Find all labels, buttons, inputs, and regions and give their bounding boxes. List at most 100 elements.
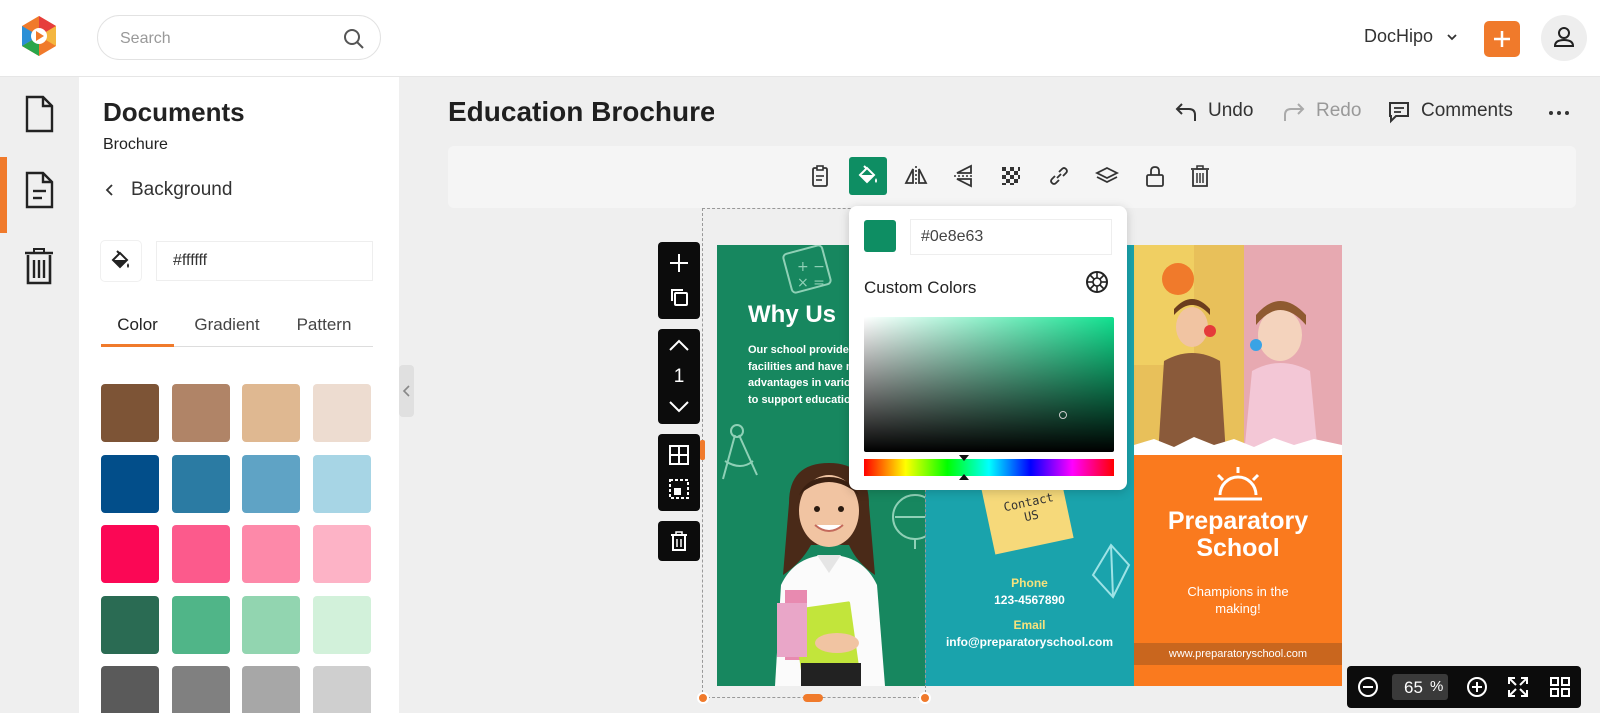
- saturation-value-area[interactable]: [864, 317, 1114, 452]
- fill-color-button[interactable]: [101, 241, 141, 281]
- account-switcher[interactable]: DocHipo: [1364, 26, 1433, 47]
- color-swatch[interactable]: [171, 454, 230, 513]
- paste-button[interactable]: [801, 157, 839, 195]
- color-cursor[interactable]: [1059, 411, 1067, 419]
- link-icon: [1050, 167, 1068, 185]
- element-toolbar: [448, 146, 1576, 208]
- tagline[interactable]: Champions in the making!: [1164, 583, 1312, 617]
- color-swatch[interactable]: [312, 384, 371, 442]
- rail-item-documents[interactable]: [0, 77, 79, 153]
- page-navigation: 1: [658, 329, 700, 424]
- transparency-icon: [1002, 167, 1020, 185]
- document-lines-icon: [25, 171, 54, 209]
- color-swatch[interactable]: [101, 666, 159, 713]
- website-url[interactable]: www.preparatoryschool.com: [1134, 643, 1342, 665]
- grid-view-icon[interactable]: [1549, 676, 1571, 698]
- zoom-controls: 65 %: [1347, 666, 1581, 708]
- color-swatch[interactable]: [312, 666, 371, 713]
- color-swatch[interactable]: [312, 525, 371, 583]
- dochipo-logo[interactable]: [18, 14, 60, 58]
- color-wheel-icon[interactable]: [1085, 270, 1109, 294]
- search-input[interactable]: Search: [120, 30, 171, 48]
- select-area-icon[interactable]: [668, 478, 690, 500]
- color-swatch[interactable]: [171, 666, 230, 713]
- layers-button[interactable]: [1088, 157, 1126, 195]
- rail-item-trash[interactable]: [0, 229, 79, 305]
- color-swatch[interactable]: [242, 525, 300, 583]
- color-swatch[interactable]: [171, 525, 230, 583]
- color-swatch[interactable]: [171, 595, 230, 654]
- color-swatch[interactable]: [101, 525, 159, 583]
- children-photo: [1134, 245, 1342, 455]
- color-swatch[interactable]: [101, 384, 159, 442]
- chevron-down-icon[interactable]: [1445, 30, 1459, 44]
- chevron-left-icon: [402, 385, 410, 397]
- page-add-tools: [658, 242, 700, 319]
- rail-item-templates[interactable]: [0, 153, 79, 229]
- page-number: 1: [673, 366, 685, 387]
- search-icon[interactable]: [342, 27, 366, 51]
- comment-icon: [1389, 102, 1409, 124]
- duplicate-page-icon[interactable]: [668, 286, 690, 308]
- phone-value[interactable]: 123-4567890: [925, 593, 1134, 607]
- chevron-down-icon[interactable]: [668, 399, 690, 415]
- background-hex-input[interactable]: #ffffff: [156, 241, 373, 281]
- grid-icon[interactable]: [668, 444, 690, 466]
- resize-handle[interactable]: [697, 692, 709, 704]
- more-options-icon[interactable]: [1546, 100, 1572, 126]
- zoom-in-icon[interactable]: [1466, 676, 1488, 698]
- link-button[interactable]: [1040, 157, 1078, 195]
- email-label[interactable]: Email: [925, 618, 1134, 632]
- hue-slider-thumb[interactable]: [959, 455, 969, 480]
- panel-collapse-handle[interactable]: [399, 365, 414, 417]
- resize-handle[interactable]: [919, 692, 931, 704]
- resize-handle[interactable]: [803, 694, 823, 702]
- flip-vertical-button[interactable]: [945, 157, 983, 195]
- chevron-up-icon[interactable]: [668, 337, 690, 353]
- create-button[interactable]: [1484, 21, 1520, 57]
- layers-icon: [1095, 166, 1119, 184]
- tab-gradient[interactable]: Gradient: [187, 315, 267, 347]
- zoom-level[interactable]: 65 %: [1392, 674, 1448, 700]
- page-layout-tools: [658, 434, 700, 511]
- zoom-out-icon[interactable]: [1357, 676, 1379, 698]
- fit-screen-icon[interactable]: [1507, 676, 1529, 698]
- color-swatch[interactable]: [312, 454, 371, 513]
- resize-handle[interactable]: [700, 440, 705, 460]
- tab-pattern[interactable]: Pattern: [288, 315, 360, 347]
- add-page-icon[interactable]: [668, 252, 690, 274]
- color-swatch[interactable]: [242, 384, 300, 442]
- lock-button[interactable]: [1136, 157, 1174, 195]
- trash-icon: [1191, 165, 1209, 187]
- flip-horizontal-button[interactable]: [897, 157, 935, 195]
- color-hex-input[interactable]: #0e8e63: [910, 219, 1112, 255]
- transparency-button[interactable]: [992, 157, 1030, 195]
- delete-button[interactable]: [1181, 157, 1219, 195]
- color-swatch[interactable]: [101, 595, 159, 654]
- color-swatch[interactable]: [242, 595, 300, 654]
- color-swatch[interactable]: [242, 666, 300, 713]
- panel-subtitle: Brochure: [103, 136, 168, 153]
- color-swatch[interactable]: [312, 595, 371, 654]
- school-name[interactable]: Preparatory School: [1134, 508, 1342, 562]
- tab-color[interactable]: Color: [101, 315, 174, 347]
- document-title[interactable]: Education Brochure: [448, 96, 714, 128]
- hue-slider[interactable]: [864, 459, 1114, 476]
- trash-icon[interactable]: [668, 530, 690, 552]
- color-swatch[interactable]: [171, 384, 230, 442]
- fill-color-tool[interactable]: [849, 157, 887, 195]
- color-swatch[interactable]: [101, 454, 159, 513]
- chevron-left-icon[interactable]: [103, 183, 117, 197]
- avatar[interactable]: [1541, 15, 1587, 61]
- color-swatch[interactable]: [242, 454, 300, 513]
- back-label[interactable]: Background: [131, 179, 232, 201]
- search-box[interactable]: Search: [97, 15, 381, 60]
- flip-horizontal-icon: [904, 166, 928, 186]
- phone-label[interactable]: Phone: [925, 576, 1134, 590]
- color-tabs: Color Gradient Pattern: [101, 315, 373, 347]
- current-color-swatch: [864, 220, 896, 252]
- brochure-panel-right[interactable]: Preparatory School Champions in the maki…: [1134, 245, 1342, 686]
- zoom-value[interactable]: 65: [1404, 678, 1423, 698]
- trash-icon: [25, 248, 53, 285]
- email-value[interactable]: info@preparatoryschool.com: [925, 635, 1134, 649]
